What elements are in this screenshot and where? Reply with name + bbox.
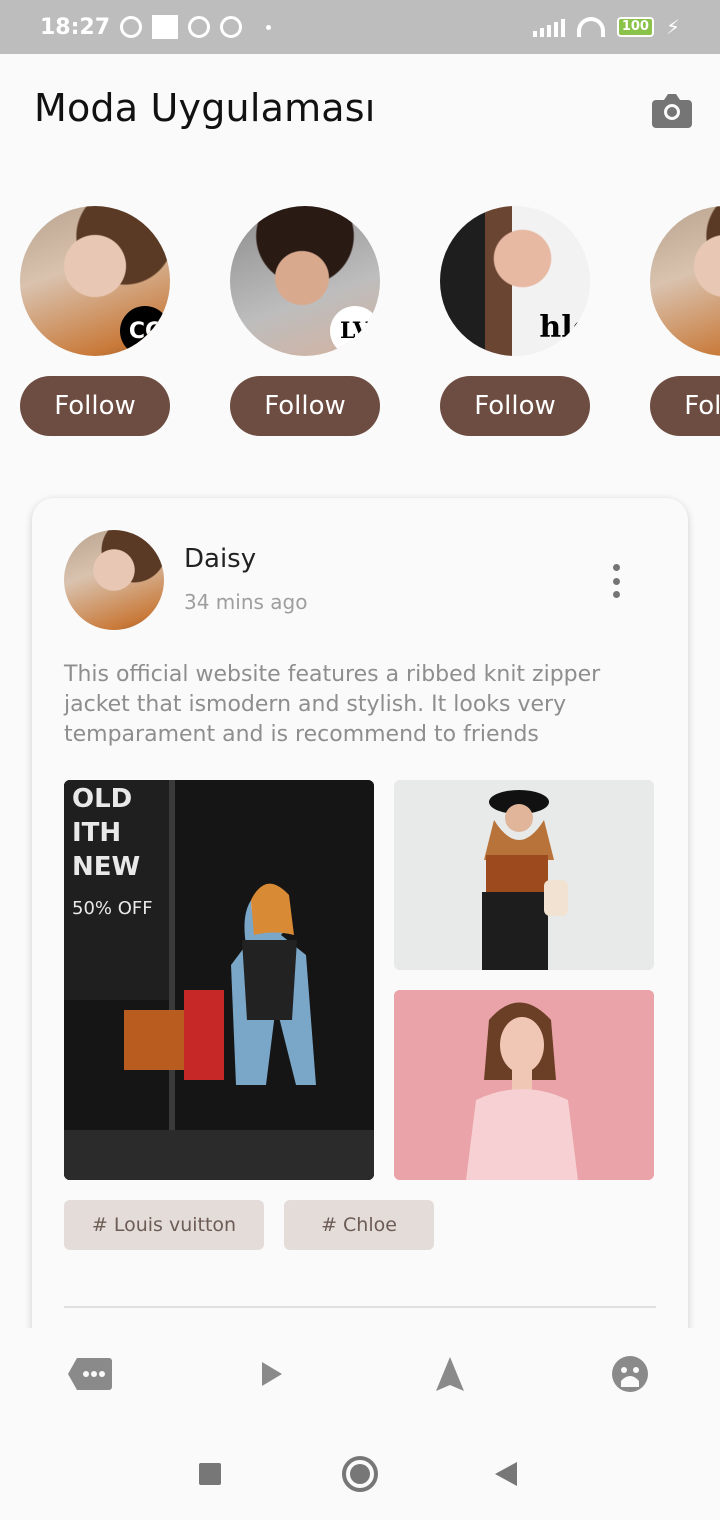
navigation-icon[interactable]: [426, 1352, 474, 1396]
story-item: hlo Follow: [440, 206, 590, 436]
follow-button[interactable]: Follow: [20, 376, 170, 436]
status-notification-icons: [120, 15, 272, 39]
avatar[interactable]: CC: [20, 206, 170, 356]
more-notifications-icon: [266, 24, 272, 30]
avatar[interactable]: LV: [230, 206, 380, 356]
camera-icon[interactable]: [652, 92, 692, 128]
back-button[interactable]: [486, 1454, 526, 1494]
signal-icon: [532, 17, 565, 37]
home-button[interactable]: [340, 1454, 380, 1494]
post-photo-secondary[interactable]: [394, 780, 654, 970]
play-icon[interactable]: [248, 1352, 296, 1396]
storefront-text: NEW: [72, 852, 141, 882]
more-options-icon[interactable]: [610, 564, 622, 598]
bottom-navigation: [0, 1328, 720, 1418]
avatar[interactable]: [650, 206, 720, 356]
post-timestamp: 34 mins ago: [184, 590, 308, 614]
face-icon[interactable]: [606, 1352, 654, 1396]
notification-icon: [152, 15, 179, 39]
system-navigation: [0, 1418, 720, 1520]
post-photo-tertiary[interactable]: [394, 990, 654, 1180]
story-item: LV Follow: [230, 206, 380, 436]
sync-icon: [220, 16, 243, 38]
status-bar: 18:27 100 ⚡: [0, 0, 720, 54]
post-username[interactable]: Daisy: [184, 544, 256, 574]
page-title: Moda Uygulaması: [34, 86, 376, 130]
follow-button[interactable]: Follow: [440, 376, 590, 436]
chat-icon[interactable]: [66, 1352, 114, 1396]
follow-button[interactable]: Follow: [650, 376, 720, 436]
sync-icon: [188, 16, 211, 38]
post-text: This official website features a ribbed …: [64, 662, 601, 747]
charging-icon: ⚡: [665, 15, 680, 39]
post-photo-main[interactable]: OLD ITH NEW 50% OFF: [64, 780, 374, 1180]
avatar[interactable]: hlo: [440, 206, 590, 356]
storefront-promo: 50% OFF: [72, 898, 153, 919]
divider: [64, 1306, 656, 1308]
story-item: Follow: [650, 206, 720, 436]
alarm-icon: [120, 16, 143, 38]
chanel-logo-icon: CC: [120, 306, 170, 356]
storefront-text: ITH: [72, 818, 122, 848]
hashtag-chip[interactable]: # Louis vuitton: [64, 1200, 264, 1250]
follow-button[interactable]: Follow: [230, 376, 380, 436]
battery-icon: 100: [616, 17, 654, 37]
post-card: Daisy 34 mins ago This official website …: [32, 498, 688, 1398]
stories-row: CC Follow LV Follow hlo Follow Follow: [20, 206, 720, 436]
recent-apps-button[interactable]: [190, 1454, 230, 1494]
louis-vuitton-logo-icon: LV: [330, 306, 380, 356]
storefront-text: OLD: [72, 784, 133, 814]
story-item: CC Follow: [20, 206, 170, 436]
avatar[interactable]: [64, 530, 164, 630]
wifi-icon: [576, 17, 605, 37]
hashtag-chip[interactable]: # Chloe: [284, 1200, 434, 1250]
status-time: 18:27: [40, 14, 111, 40]
chloe-logo-icon: hlo: [539, 309, 590, 345]
